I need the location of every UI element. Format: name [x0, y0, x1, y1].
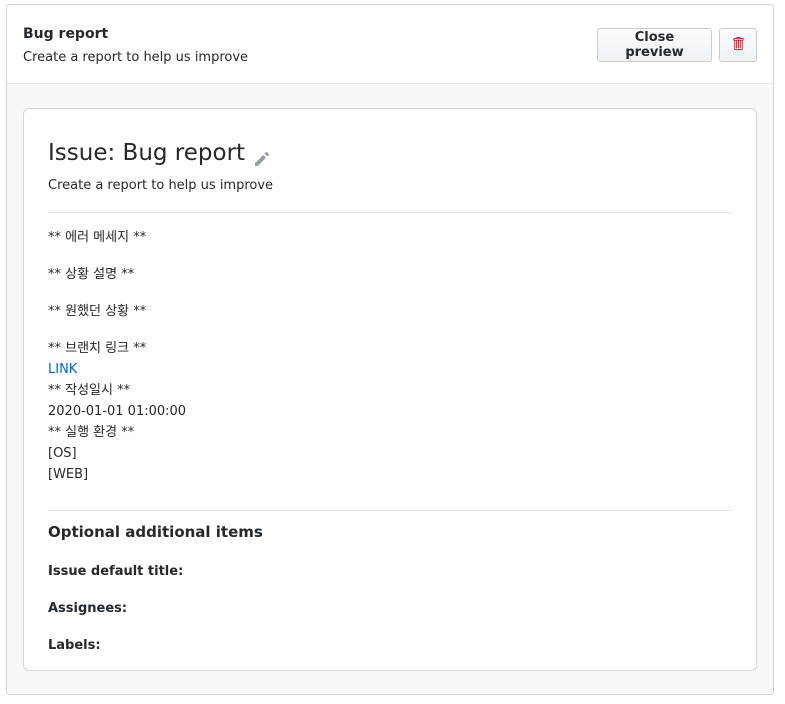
body-date-heading: ** 작성일시 **	[48, 383, 131, 398]
issue-title-row: Issue: Bug report	[48, 140, 270, 166]
issue-body: ** 에러 메세지 ** ** 상황 설명 ** ** 원했던 상황 ** **…	[48, 227, 728, 485]
labels-label: Labels:	[48, 638, 101, 653]
body-error-message: ** 에러 메세지 **	[48, 230, 147, 245]
body-details: ** 브랜치 링크 ** LINK ** 작성일시 ** 2020-01-01 …	[48, 338, 728, 485]
issue-default-title-label: Issue default title:	[48, 564, 184, 579]
assignees-label: Assignees:	[48, 601, 128, 616]
body-expected: ** 원했던 상황 **	[48, 304, 147, 319]
template-subtitle: Create a report to help us improve	[23, 50, 249, 65]
template-title: Bug report	[23, 26, 109, 42]
branch-link[interactable]: LINK	[48, 359, 728, 380]
pencil-icon[interactable]	[255, 146, 270, 166]
template-header: Bug report Create a report to help us im…	[7, 5, 773, 84]
trash-icon	[732, 36, 744, 55]
issue-subtitle: Create a report to help us improve	[48, 178, 274, 193]
body-date-value: 2020-01-01 01:00:00	[48, 404, 187, 419]
delete-template-button[interactable]	[719, 28, 757, 62]
body-env-os: [OS]	[48, 446, 77, 461]
body-env-heading: ** 실행 환경 **	[48, 425, 135, 440]
issue-title: Issue: Bug report	[48, 140, 246, 166]
body-env-web: [WEB]	[48, 467, 89, 482]
body-situation: ** 상황 설명 **	[48, 267, 135, 282]
template-preview-panel: Bug report Create a report to help us im…	[6, 4, 774, 695]
divider	[48, 510, 732, 511]
close-preview-button[interactable]: Close preview	[597, 28, 712, 62]
optional-items-heading: Optional additional items	[48, 523, 263, 541]
body-branch-link-heading: ** 브랜치 링크 **	[48, 341, 147, 356]
issue-preview-card: Issue: Bug report Create a report to hel…	[23, 108, 757, 671]
divider	[48, 212, 732, 213]
